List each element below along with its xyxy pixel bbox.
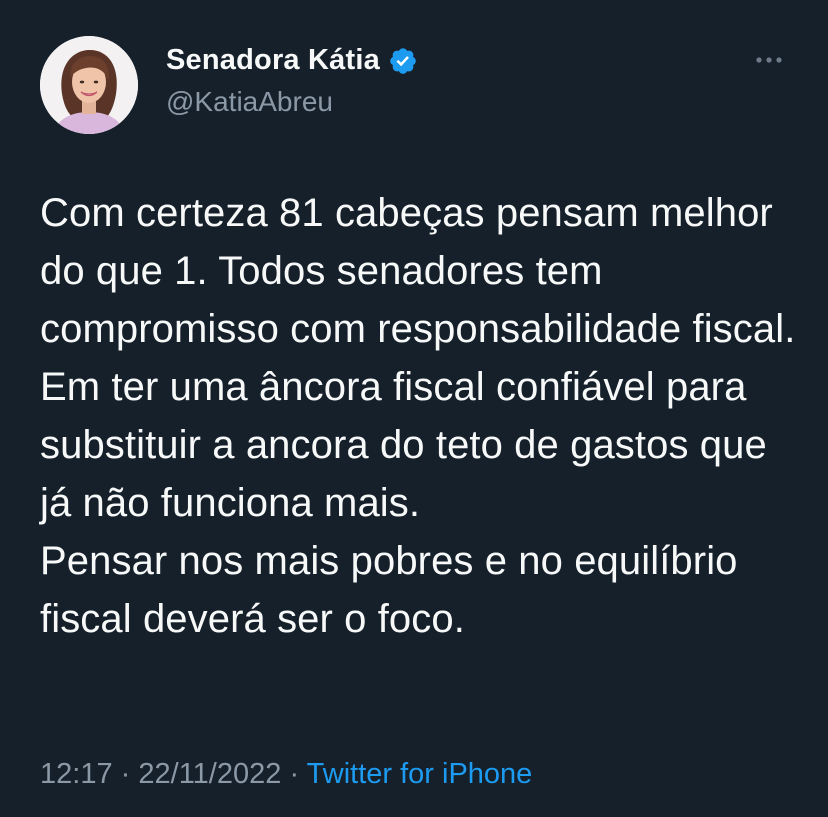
author-name-row: Senadora Kátia (166, 44, 418, 77)
tweet-paragraph: Com certeza 81 cabeças pensam melhor do … (40, 191, 796, 525)
tweet-card: Senadora Kátia @KatiaAbreu Com certeza 8… (0, 0, 828, 817)
avatar[interactable] (40, 36, 138, 134)
tweet-paragraph: Pensar nos mais pobres e no equilíbrio f… (40, 539, 738, 641)
more-horizontal-icon[interactable] (752, 50, 786, 70)
tweet-text: Com certeza 81 cabeças pensam melhor do … (40, 184, 800, 648)
meta-separator: · (289, 758, 300, 790)
meta-separator: · (120, 758, 131, 790)
display-name[interactable]: Senadora Kátia (166, 44, 380, 77)
verified-badge-icon (388, 46, 418, 76)
tweet-time[interactable]: 12:17 (40, 758, 113, 790)
profile-photo-icon (40, 36, 138, 134)
tweet-date[interactable]: 22/11/2022 (138, 758, 281, 790)
tweet-source-link[interactable]: Twitter for iPhone (307, 758, 533, 790)
tweet-metadata: 12:17 · 22/11/2022 · Twitter for iPhone (40, 758, 532, 791)
author-handle[interactable]: @KatiaAbreu (166, 86, 333, 118)
